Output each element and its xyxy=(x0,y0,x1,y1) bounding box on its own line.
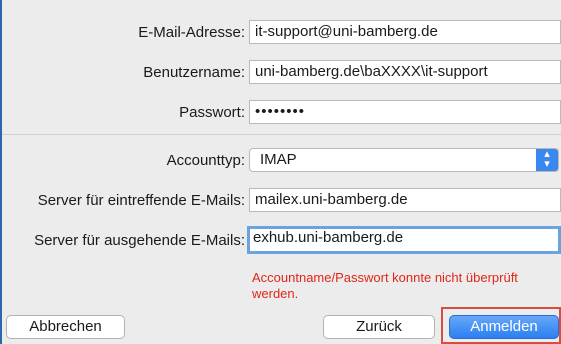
incoming-server-label: Server für eintreffende E-Mails: xyxy=(37,192,245,209)
account-type-value: IMAP xyxy=(260,151,297,168)
window-edge xyxy=(0,0,2,344)
account-type-select[interactable]: IMAP ▴ ▾ xyxy=(249,148,559,172)
email-field[interactable]: it-support@uni-bamberg.de xyxy=(249,20,561,44)
error-message: Accountname/Passwort konnte nicht überpr… xyxy=(252,270,518,301)
username-field[interactable]: uni-bamberg.de\baXXXX\it-support xyxy=(249,60,561,84)
account-type-label: Accounttyp: xyxy=(166,152,245,169)
outgoing-server-label: Server für ausgehende E-Mails: xyxy=(34,232,245,249)
username-label: Benutzername: xyxy=(143,64,245,81)
back-button[interactable]: Zurück xyxy=(323,315,435,339)
account-setup-dialog: E-Mail-Adresse: it-support@uni-bamberg.d… xyxy=(0,0,561,344)
login-button[interactable]: Anmelden xyxy=(449,315,559,339)
incoming-server-field[interactable]: mailex.uni-bamberg.de xyxy=(249,188,561,212)
email-label: E-Mail-Adresse: xyxy=(138,24,245,41)
cancel-button[interactable]: Abbrechen xyxy=(6,315,125,339)
chevron-up-down-icon: ▴ ▾ xyxy=(536,149,558,171)
password-label: Passwort: xyxy=(179,104,245,121)
password-field[interactable]: •••••••• xyxy=(249,100,561,124)
section-divider xyxy=(2,134,561,135)
outgoing-server-field[interactable]: exhub.uni-bamberg.de xyxy=(247,226,561,254)
